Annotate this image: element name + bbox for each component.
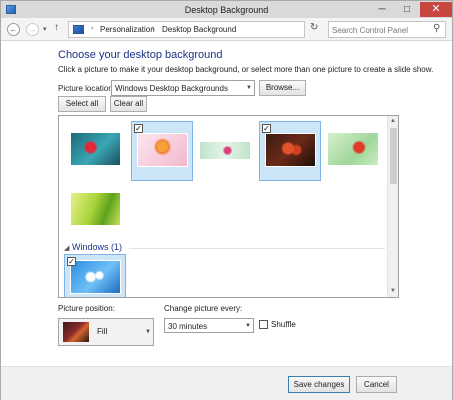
up-button[interactable]: ↑ (54, 22, 59, 33)
thumbnail-pink-flower-strip[interactable] (199, 141, 251, 160)
wallpaper-gallery: ✓ ✓ ◢ Windows (1) ✓ ▲ ▼ (58, 115, 399, 298)
scrollbar-thumb[interactable] (390, 128, 397, 184)
up-arrow-icon: ↑ (54, 22, 59, 33)
group-header-windows[interactable]: Windows (1) (72, 242, 122, 252)
scroll-down-icon[interactable]: ▼ (390, 288, 396, 294)
search-input[interactable] (332, 25, 428, 35)
chevron-down-icon: ▼ (245, 323, 251, 329)
footer-bar: Save changes Cancel (1, 366, 452, 400)
selected-checkbox-icon[interactable]: ✓ (262, 124, 271, 133)
chevron-down-icon: ▾ (43, 26, 47, 33)
breadcrumb-separator-icon: › (152, 25, 155, 32)
clear-all-button[interactable]: Clear all (110, 96, 147, 112)
address-bar[interactable]: › Personalization › Desktop Background ▾ (68, 21, 366, 38)
refresh-button[interactable]: ↻ (310, 22, 318, 33)
chevron-down-icon: ▼ (145, 329, 151, 335)
thumbnail-orange-flower-pink[interactable]: ✓ (131, 121, 193, 181)
control-panel-icon (73, 25, 84, 34)
change-interval-select[interactable]: 30 minutes ▼ (164, 318, 254, 333)
thumbnail-windows-daisies[interactable]: ✓ (64, 254, 126, 297)
picture-location-label: Picture location: (58, 84, 115, 93)
instructions-text: Click a picture to make it your desktop … (58, 65, 434, 74)
back-arrow-icon: ← (9, 25, 18, 34)
selected-checkbox-icon[interactable]: ✓ (134, 124, 143, 133)
selected-checkbox-icon[interactable]: ✓ (67, 257, 76, 266)
close-icon: ✕ (431, 3, 441, 15)
thumbnail-green-leaves[interactable] (70, 192, 121, 226)
chevron-down-icon: ▼ (246, 85, 252, 91)
picture-position-select[interactable]: Fill ▼ (58, 318, 154, 346)
breadcrumb-separator-icon: › (91, 25, 94, 32)
navigation-bar: ← → ▾ ↑ › Personalization › Desktop Back… (1, 18, 452, 41)
close-button[interactable]: ✕ (420, 2, 452, 17)
search-icon[interactable]: ⚲ (433, 23, 440, 34)
change-interval-label: Change picture every: (164, 304, 243, 313)
scroll-up-icon[interactable]: ▲ (390, 118, 396, 124)
minimize-icon: ─ (378, 4, 386, 15)
browse-button[interactable]: Browse... (259, 80, 306, 96)
shuffle-checkbox[interactable] (259, 320, 268, 329)
breadcrumb-personalization[interactable]: Personalization (100, 25, 155, 34)
back-button[interactable]: ← (7, 23, 20, 36)
maximize-icon: □ (403, 4, 411, 15)
page-title: Choose your desktop background (58, 49, 223, 61)
forward-button[interactable]: → (26, 23, 39, 36)
refresh-icon: ↻ (310, 22, 319, 33)
change-interval-value: 30 minutes (168, 322, 208, 331)
group-divider (129, 248, 385, 249)
thumbnail-red-flower-teal[interactable] (70, 132, 121, 166)
picture-location-value: Windows Desktop Backgrounds (115, 84, 228, 93)
select-all-button[interactable]: Select all (58, 96, 106, 112)
picture-location-select[interactable]: Windows Desktop Backgrounds ▼ (111, 80, 255, 96)
desktop-background-window: Desktop Background ─ □ ✕ ← → ▾ ↑ › Perso… (0, 0, 453, 400)
main-content: Choose your desktop background Click a p… (1, 41, 452, 366)
forward-arrow-icon: → (28, 25, 37, 34)
save-changes-button[interactable]: Save changes (288, 376, 350, 393)
gallery-scrollbar[interactable]: ▲ ▼ (387, 116, 398, 297)
title-bar[interactable]: Desktop Background ─ □ ✕ (1, 1, 452, 18)
shuffle-label[interactable]: Shuffle (271, 320, 296, 329)
breadcrumb-desktop-background[interactable]: Desktop Background (162, 25, 236, 34)
recent-locations-button[interactable]: ▾ (43, 25, 47, 33)
minimize-button[interactable]: ─ (370, 2, 394, 17)
maximize-button[interactable]: □ (395, 2, 419, 17)
picture-position-preview (63, 322, 89, 342)
cancel-button[interactable]: Cancel (356, 376, 397, 393)
picture-position-label: Picture position: (58, 304, 115, 313)
thumbnail-red-flower-green[interactable] (327, 132, 379, 166)
thumbnail-red-tulips-dark[interactable]: ✓ (259, 121, 321, 181)
collapse-group-icon[interactable]: ◢ (64, 244, 69, 252)
search-box[interactable]: ⚲ (328, 21, 446, 38)
picture-position-value: Fill (97, 327, 108, 336)
